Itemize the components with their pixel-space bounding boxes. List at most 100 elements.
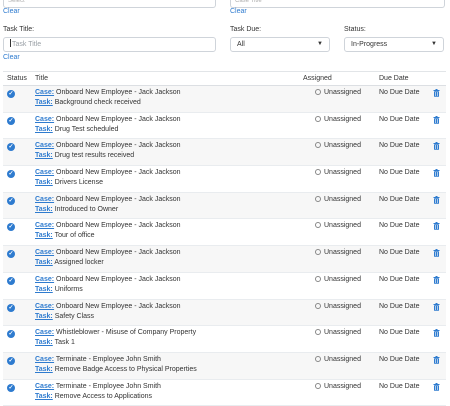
- case-link[interactable]: Case:: [35, 222, 54, 229]
- table-row[interactable]: ✓ Case: Whistleblower - Misuse of Company…: [3, 326, 446, 353]
- clear-link-left[interactable]: Clear: [3, 8, 20, 15]
- due-date-cell: No Due Date: [379, 302, 420, 310]
- assigned-cell[interactable]: Unassigned: [315, 169, 361, 176]
- trash-icon[interactable]: [433, 142, 440, 151]
- task-line: Task: Safety Class: [35, 313, 94, 320]
- table-row[interactable]: ✓ Case: Onboard New Employee - Jack Jacks…: [3, 219, 446, 247]
- task-link[interactable]: Task:: [35, 179, 53, 186]
- assigned-cell[interactable]: Unassigned: [315, 195, 361, 203]
- table-row[interactable]: ✓ Case: Onboard New Employee - Jack Jacks…: [3, 192, 446, 220]
- check-circle-icon[interactable]: ✓: [7, 356, 15, 365]
- trash-icon[interactable]: [433, 355, 440, 364]
- case-title: Onboard New Employee - Jack Jackson: [56, 249, 181, 257]
- assigned-value: Unassigned: [324, 382, 361, 390]
- task-link[interactable]: Task:: [35, 232, 53, 239]
- check-circle-icon[interactable]: ✓: [7, 250, 15, 259]
- assigned-cell[interactable]: Unassigned: [315, 249, 361, 256]
- trash-icon[interactable]: [433, 169, 440, 177]
- header-due-date[interactable]: Due Date: [379, 75, 409, 82]
- task-line: Task: Remove Access to Applications: [35, 393, 152, 400]
- table-row[interactable]: ✓ Case: Onboard New Employee - Jack Jacks…: [3, 112, 446, 140]
- table-row[interactable]: ✓ Case: Onboard New Employee - Jack Jacks…: [3, 166, 446, 193]
- trash-icon[interactable]: [433, 89, 440, 97]
- task-link[interactable]: Task:: [35, 126, 53, 133]
- case-link[interactable]: Case:: [35, 383, 54, 390]
- assigned-cell[interactable]: Unassigned: [315, 275, 361, 283]
- task-link[interactable]: Task:: [35, 286, 53, 293]
- header-title[interactable]: Title: [35, 75, 48, 82]
- assigned-cell[interactable]: Unassigned: [315, 382, 361, 390]
- table-row[interactable]: ✓ Case: Onboard New Employee - Jack Jacks…: [3, 139, 446, 167]
- trash-icon[interactable]: [433, 249, 440, 257]
- clear-link-right[interactable]: Clear: [230, 8, 247, 15]
- trash-icon[interactable]: [433, 115, 440, 124]
- task-link[interactable]: Task:: [35, 393, 53, 400]
- table-row[interactable]: ✓ Case: Terminate - Employee John Smith Ta…: [3, 379, 446, 406]
- assigned-value: Unassigned: [324, 355, 361, 363]
- check-circle-icon[interactable]: ✓: [7, 170, 15, 179]
- task-link[interactable]: Task:: [35, 206, 53, 213]
- trash-icon[interactable]: [433, 222, 440, 231]
- check-circle-icon[interactable]: ✓: [7, 330, 15, 339]
- assigned-cell[interactable]: Unassigned: [315, 355, 361, 363]
- case-link[interactable]: Case:: [35, 356, 54, 363]
- due-date-cell: No Due Date: [379, 169, 420, 177]
- assigned-cell[interactable]: Unassigned: [315, 115, 361, 123]
- trash-icon[interactable]: [433, 302, 440, 311]
- status-select[interactable]: In-Progress ▼: [344, 37, 444, 52]
- trash-icon[interactable]: [433, 195, 440, 204]
- case-link[interactable]: Case:: [35, 89, 54, 96]
- task-link[interactable]: Task:: [35, 313, 53, 320]
- check-circle-icon[interactable]: ✓: [7, 90, 15, 98]
- task-due-select[interactable]: All ▼: [230, 37, 330, 52]
- check-circle-icon[interactable]: ✓: [7, 116, 15, 125]
- case-title-filter[interactable]: Case Title: [230, 0, 445, 8]
- user-icon: [315, 302, 321, 309]
- task-title-input[interactable]: Task Title: [3, 37, 216, 52]
- check-circle-icon[interactable]: ✓: [7, 303, 15, 312]
- check-circle-icon[interactable]: ✓: [7, 276, 15, 285]
- task-link[interactable]: Task:: [35, 99, 53, 106]
- case-link[interactable]: Case:: [35, 169, 54, 176]
- header-status[interactable]: Status: [7, 75, 27, 82]
- case-line: Case: Onboard New Employee - Jack Jackso…: [35, 303, 181, 310]
- assigned-cell[interactable]: Unassigned: [315, 89, 361, 96]
- check-circle-icon[interactable]: ✓: [7, 196, 15, 205]
- case-link[interactable]: Case:: [35, 116, 54, 123]
- check-circle-icon[interactable]: ✓: [7, 383, 15, 392]
- select-filter[interactable]: Select: [3, 0, 216, 8]
- table-row[interactable]: ✓ Case: Onboard New Employee - Jack Jacks…: [3, 272, 446, 300]
- assigned-cell[interactable]: Unassigned: [315, 302, 361, 310]
- task-link[interactable]: Task:: [35, 339, 53, 346]
- task-link[interactable]: Task:: [35, 259, 53, 266]
- case-title: Onboard New Employee - Jack Jackson: [56, 115, 181, 123]
- case-link[interactable]: Case:: [35, 329, 54, 336]
- table-row[interactable]: ✓ Case: Onboard New Employee - Jack Jacks…: [3, 86, 446, 113]
- assigned-cell[interactable]: Unassigned: [315, 142, 361, 149]
- trash-icon[interactable]: [433, 329, 440, 337]
- task-link[interactable]: Task:: [35, 152, 53, 159]
- case-link[interactable]: Case:: [35, 303, 54, 310]
- case-link[interactable]: Case:: [35, 196, 54, 203]
- header-assigned[interactable]: Assigned: [303, 75, 332, 82]
- table-row[interactable]: ✓ Case: Onboard New Employee - Jack Jacks…: [3, 246, 446, 273]
- assigned-cell[interactable]: Unassigned: [315, 329, 361, 336]
- task-title-placeholder: Task Title: [12, 41, 42, 48]
- clear-filters-link[interactable]: Clear: [3, 54, 20, 61]
- case-link[interactable]: Case:: [35, 142, 54, 149]
- case-line: Case: Onboard New Employee - Jack Jackso…: [35, 249, 181, 256]
- assigned-cell[interactable]: Unassigned: [315, 222, 361, 229]
- check-circle-icon[interactable]: ✓: [7, 223, 15, 232]
- table-row[interactable]: ✓ Case: Onboard New Employee - Jack Jacks…: [3, 299, 446, 327]
- check-circle-icon[interactable]: ✓: [7, 143, 15, 152]
- case-line: Case: Onboard New Employee - Jack Jackso…: [35, 142, 181, 149]
- task-link[interactable]: Task:: [35, 366, 53, 373]
- table-row[interactable]: ✓ Case: Terminate - Employee John Smith Ta…: [3, 352, 446, 380]
- trash-icon[interactable]: [433, 275, 440, 284]
- trash-icon[interactable]: [433, 382, 440, 391]
- case-link[interactable]: Case:: [35, 276, 54, 283]
- case-title: Terminate - Employee John Smith: [55, 382, 161, 390]
- case-link[interactable]: Case:: [35, 249, 54, 256]
- user-icon: [315, 355, 321, 362]
- case-line: Case: Onboard New Employee - Jack Jackso…: [35, 222, 181, 229]
